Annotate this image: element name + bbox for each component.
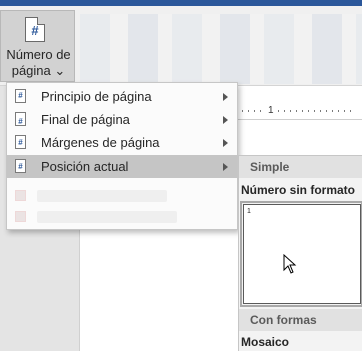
mouse-pointer-icon: [283, 254, 297, 274]
chevron-right-icon: [223, 139, 228, 147]
menu-item-final-de-pagina[interactable]: # Final de página: [7, 108, 237, 131]
chevron-right-icon: [223, 93, 228, 101]
disabled-item-icon: [15, 190, 26, 201]
disabled-menu-item: [37, 190, 167, 202]
menu-item-posicion-actual[interactable]: # Posición actual: [7, 155, 237, 178]
menu-item-margenes-de-pagina[interactable]: # Márgenes de página: [7, 131, 237, 154]
page-number-button-label-2: página ⌄: [11, 63, 66, 78]
ribbon-controls-blurred: [80, 14, 362, 84]
gallery-item-preview[interactable]: 1: [243, 204, 361, 304]
page-number-icon: #: [25, 17, 45, 42]
menu-item-principio-de-pagina[interactable]: # Principio de página: [7, 85, 237, 108]
page-number-menu: # Principio de página # Final de página …: [6, 82, 238, 230]
page-top-icon: #: [15, 89, 26, 103]
gallery-section-header: Con formas: [239, 309, 362, 331]
menu-item-label: Principio de página: [41, 89, 152, 104]
gallery-item-title: Número sin formato: [241, 183, 356, 197]
position-gallery: Simple Número sin formato 1 Con formas M…: [238, 155, 362, 351]
page-bottom-icon: #: [15, 112, 26, 126]
menu-item-label: Final de página: [41, 112, 130, 127]
ruler-ticks: [242, 110, 352, 112]
gallery-section-header: Simple: [239, 156, 362, 178]
chevron-right-icon: [223, 163, 228, 171]
disabled-menu-item: [37, 211, 177, 223]
chevron-right-icon: [223, 116, 228, 124]
current-position-icon: #: [15, 159, 26, 173]
horizontal-ruler[interactable]: 1: [236, 104, 362, 120]
disabled-item-icon: [15, 211, 26, 222]
page-number-button-label: Número de: [6, 47, 71, 62]
menu-item-label: Márgenes de página: [41, 135, 160, 150]
preview-page-number: 1: [247, 208, 251, 215]
ruler-number: 1: [266, 105, 276, 116]
gallery-item-title: Mosaico: [241, 335, 290, 349]
page-number-button[interactable]: # Número de página ⌄: [0, 10, 75, 82]
page-margins-icon: #: [15, 135, 26, 149]
menu-item-label: Posición actual: [41, 159, 129, 174]
